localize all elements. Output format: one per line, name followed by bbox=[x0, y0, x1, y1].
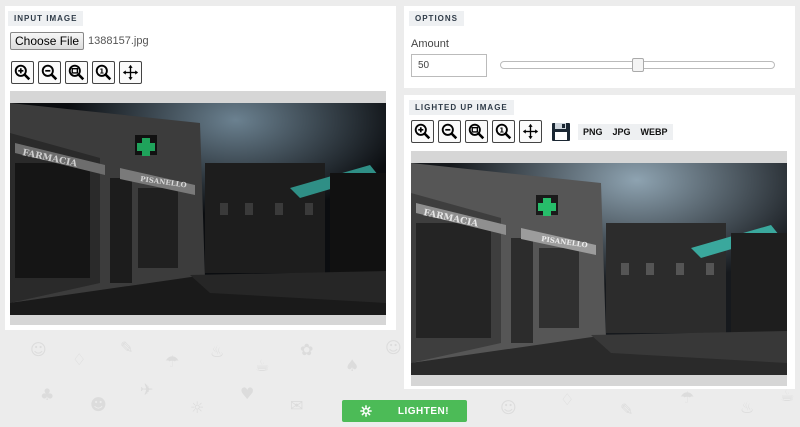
amount-label: Amount bbox=[411, 38, 449, 50]
input-section-label: INPUT IMAGE bbox=[8, 11, 84, 26]
output-image[interactable]: FARMACIA PISANELLO bbox=[411, 163, 787, 375]
zoom-in-icon bbox=[414, 123, 431, 140]
amount-slider[interactable] bbox=[500, 58, 775, 72]
input-zoom-fit-button[interactable] bbox=[65, 61, 88, 84]
input-move-button[interactable] bbox=[119, 61, 142, 84]
output-zoom-fit-button[interactable] bbox=[465, 120, 488, 143]
amount-input[interactable]: 50 bbox=[411, 54, 487, 77]
choose-file-button[interactable]: Choose File bbox=[10, 32, 85, 50]
format-buttons: PNG JPG WEBP bbox=[578, 123, 673, 140]
move-icon bbox=[122, 64, 139, 81]
zoom-actual-icon: 1 bbox=[95, 64, 112, 81]
amount-slider-handle[interactable] bbox=[631, 58, 644, 72]
file-picker: Choose File 1388157.jpg bbox=[10, 32, 149, 50]
svg-text:1: 1 bbox=[99, 67, 104, 75]
lighten-label: LIGHTEN! bbox=[397, 405, 450, 417]
floppy-disk-icon bbox=[552, 122, 570, 141]
output-toolbar: 1 PNG JPG WEBP bbox=[411, 120, 673, 143]
move-icon bbox=[522, 123, 539, 140]
gear-icon bbox=[360, 405, 372, 417]
zoom-out-icon bbox=[441, 123, 458, 140]
options-section-label: OPTIONS bbox=[409, 11, 465, 26]
output-zoom-out-button[interactable] bbox=[438, 120, 461, 143]
svg-text:1: 1 bbox=[499, 126, 504, 134]
input-toolbar: 1 bbox=[11, 61, 142, 84]
input-image[interactable]: FARMACIA PISANELLO bbox=[10, 103, 386, 315]
format-webp-button[interactable]: WEBP bbox=[635, 123, 673, 140]
input-zoom-actual-button[interactable]: 1 bbox=[92, 61, 115, 84]
output-zoom-in-button[interactable] bbox=[411, 120, 434, 143]
save-button[interactable] bbox=[550, 121, 572, 143]
zoom-fit-icon bbox=[68, 64, 85, 81]
zoom-out-icon bbox=[41, 64, 58, 81]
input-zoom-in-button[interactable] bbox=[11, 61, 34, 84]
lighten-button[interactable]: LIGHTEN! bbox=[342, 400, 467, 422]
format-jpg-button[interactable]: JPG bbox=[607, 123, 636, 140]
format-png-button[interactable]: PNG bbox=[578, 123, 608, 140]
zoom-fit-icon bbox=[468, 123, 485, 140]
zoom-actual-icon: 1 bbox=[495, 123, 512, 140]
input-zoom-out-button[interactable] bbox=[38, 61, 61, 84]
file-name: 1388157.jpg bbox=[88, 35, 149, 47]
output-section-label: LIGHTED UP IMAGE bbox=[409, 100, 514, 115]
output-zoom-actual-button[interactable]: 1 bbox=[492, 120, 515, 143]
zoom-in-icon bbox=[14, 64, 31, 81]
output-move-button[interactable] bbox=[519, 120, 542, 143]
